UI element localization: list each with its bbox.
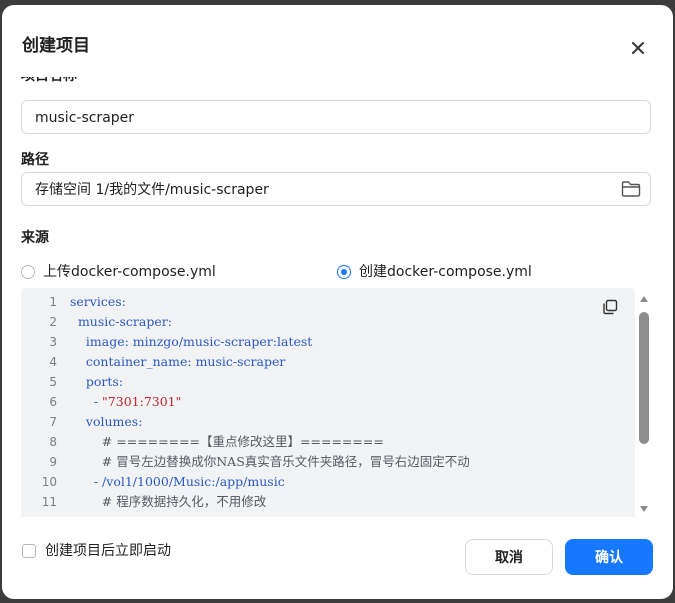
code-text: music-scraper:: [70, 312, 172, 332]
code-token: - /vol1/1000/Music:/app/music: [93, 474, 285, 489]
line-number: 10: [41, 475, 57, 489]
code-line: 10 - /vol1/1000/Music:/app/music: [21, 472, 635, 492]
dialog-body[interactable]: 项目名称 music-scraper 路径 存储空间 1/我的文件/music-…: [2, 77, 673, 517]
code-line: 3 image: minzgo/music-scraper:latest: [21, 332, 635, 352]
code-text: services:: [70, 292, 126, 312]
line-number: 4: [49, 355, 57, 369]
code-token: container_name:: [85, 354, 192, 369]
code-line: 9 # 冒号左边替换成你NAS真实音乐文件夹路径，冒号右边固定不动: [21, 452, 635, 472]
code-line: 8 # ========【重点修改这里】========: [21, 432, 635, 452]
line-number: 12: [21, 512, 57, 517]
code-line: 2 music-scraper:: [21, 312, 635, 332]
scroll-thumb[interactable]: [639, 312, 649, 444]
code-token: image:: [85, 334, 129, 349]
code-line: 1 services:: [21, 292, 635, 312]
code-line: 5 ports:: [21, 372, 635, 392]
project-name-label: 项目名称: [21, 77, 77, 85]
autostart-checkbox-box[interactable]: [22, 544, 36, 558]
code-token: music-scraper: [191, 354, 286, 369]
code-token: # 冒号左边替换成你NAS真实音乐文件夹路径，冒号右边固定不动: [101, 454, 470, 469]
line-number: 3: [49, 335, 57, 349]
line-number: 7: [49, 415, 57, 429]
project-name-input[interactable]: music-scraper: [21, 100, 651, 134]
autostart-label: 创建项目后立即启动: [45, 543, 171, 559]
line-number: 6: [49, 395, 57, 409]
code-token: -: [93, 394, 103, 409]
code-token: services:: [70, 294, 126, 309]
dialog-title: 创建项目: [22, 36, 90, 56]
path-input[interactable]: 存储空间 1/我的文件/music-scraper: [21, 172, 651, 206]
code-text: container_name: music-scraper: [70, 352, 285, 372]
code-token: minzgo/music-scraper:latest: [128, 334, 313, 349]
code-line: 11 # 程序数据持久化，不用修改: [21, 492, 635, 512]
folder-icon[interactable]: [621, 180, 641, 198]
line-number: 1: [49, 295, 57, 309]
confirm-button[interactable]: 确认: [565, 539, 653, 575]
editor-scrollbar[interactable]: [637, 288, 651, 517]
scroll-up-arrow[interactable]: [640, 296, 648, 302]
create-project-dialog: 创建项目 项目名称 music-scraper 路径 存储空间 1/我的文件/m…: [2, 5, 673, 599]
code-text: - "7301:7301": [70, 392, 182, 412]
radio-create-label: 创建docker-compose.yml: [359, 264, 532, 280]
project-name-value: music-scraper: [35, 110, 135, 126]
code-token: music-scraper:: [77, 314, 172, 329]
line-number: 5: [49, 375, 57, 389]
code-text: # 冒号左边替换成你NAS真实音乐文件夹路径，冒号右边固定不动: [70, 452, 470, 472]
path-value: 存储空间 1/我的文件/music-scraper: [35, 182, 269, 198]
code-text: # ========【重点修改这里】========: [70, 432, 384, 452]
code-text: - ./data:/app/data: [70, 512, 202, 517]
code-line: 4 container_name: music-scraper: [21, 352, 635, 372]
radio-create-dot[interactable]: [337, 265, 351, 279]
code-text: volumes:: [70, 412, 143, 432]
compose-code-editor[interactable]: 1 services: 2 music-scraper: 3 image: minzg…: [21, 288, 635, 517]
line-number: 8: [49, 435, 57, 449]
code-token: volumes:: [85, 414, 143, 429]
line-number: 11: [41, 495, 57, 509]
code-line: 12 - ./data:/app/data: [21, 512, 635, 517]
code-token: # ========【重点修改这里】========: [101, 434, 384, 449]
autostart-checkbox[interactable]: 创建项目后立即启动: [22, 542, 171, 560]
code-text: image: minzgo/music-scraper:latest: [70, 332, 312, 352]
radio-upload-dot[interactable]: [21, 265, 35, 279]
line-number: 9: [49, 455, 57, 469]
radio-upload-compose[interactable]: 上传docker-compose.yml: [21, 263, 216, 281]
radio-upload-label: 上传docker-compose.yml: [43, 264, 216, 280]
code-token: - ./data:/app/data: [94, 514, 202, 517]
code-token: "7301:7301": [102, 394, 182, 409]
scroll-down-arrow[interactable]: [640, 506, 648, 512]
code-text: # 程序数据持久化，不用修改: [70, 492, 266, 512]
source-label: 来源: [21, 230, 49, 246]
code-token: # 程序数据持久化，不用修改: [101, 494, 267, 509]
cancel-button[interactable]: 取消: [465, 539, 553, 575]
copy-icon[interactable]: [602, 299, 618, 315]
path-label: 路径: [21, 152, 49, 168]
code-text: - /vol1/1000/Music:/app/music: [70, 472, 285, 492]
code-line: 7 volumes:: [21, 412, 635, 432]
radio-create-compose[interactable]: 创建docker-compose.yml: [337, 263, 532, 281]
close-icon[interactable]: [630, 40, 646, 56]
code-token: ports:: [85, 374, 124, 389]
line-number: 2: [49, 315, 57, 329]
code-line: 6 - "7301:7301": [21, 392, 635, 412]
code-text: ports:: [70, 372, 123, 392]
